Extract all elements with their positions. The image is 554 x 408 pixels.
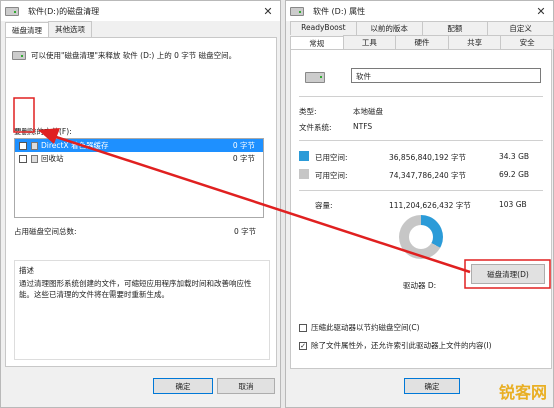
cleanup-panel: 可以使用"磁盘清理"来释放 软件 (D:) 上的 0 字节 磁盘空间。 要删除的… xyxy=(5,37,277,367)
tab-sharing[interactable]: 共享 xyxy=(447,35,502,49)
file-icon xyxy=(31,141,38,150)
free-bytes: 74,347,786,240 字节 xyxy=(389,171,467,180)
window-title: 软件(D:)的磁盘清理 xyxy=(28,6,100,16)
disk-cleanup-button[interactable]: 磁盘清理(D) xyxy=(471,264,545,284)
disk-usage-ring xyxy=(399,215,443,259)
drive-icon xyxy=(305,72,325,83)
free-color-swatch xyxy=(299,169,309,179)
capacity-bytes: 111,204,626,432 字节 xyxy=(389,201,471,210)
index-label: 除了文件属性外，还允许索引此驱动器上文件的内容(I) xyxy=(311,341,492,350)
filesystem-label: 文件系统: xyxy=(299,123,332,132)
description-group: 描述 通过清理图形系统创建的文件，可缩短应用程序加载时间和改善响应性能。这些已清… xyxy=(14,260,270,360)
drive-icon xyxy=(290,6,304,16)
drive-icon xyxy=(5,6,19,16)
total-label: 占用磁盘空间总数: xyxy=(14,227,77,236)
cancel-button[interactable]: 取消 xyxy=(217,378,275,394)
compress-option[interactable]: 压缩此驱动器以节约磁盘空间(C) xyxy=(299,322,420,333)
file-size: 0 字节 xyxy=(232,141,255,150)
file-size: 0 字节 xyxy=(232,154,255,163)
description-heading: 描述 xyxy=(19,266,34,275)
tab-more-options[interactable]: 其他选项 xyxy=(48,21,92,37)
tab-previous-versions[interactable]: 以前的版本 xyxy=(355,21,423,35)
filesystem-value: NTFS xyxy=(353,122,373,131)
tab-customize[interactable]: 自定义 xyxy=(487,21,554,35)
compress-label: 压缩此驱动器以节约磁盘空间(C) xyxy=(311,323,420,332)
close-icon[interactable]: ✕ xyxy=(529,5,553,18)
title-bar[interactable]: 软件(D:)的磁盘清理 ✕ xyxy=(1,1,280,21)
tab-quota[interactable]: 配额 xyxy=(421,21,489,35)
files-label: 要删除的文件(F): xyxy=(14,127,72,136)
used-bytes: 36,856,840,192 字节 xyxy=(389,153,467,162)
checkbox[interactable] xyxy=(19,141,27,150)
used-color-swatch xyxy=(299,151,309,161)
compress-checkbox[interactable] xyxy=(299,323,307,332)
capacity-gb: 103 GB xyxy=(499,200,527,209)
index-checkbox[interactable]: ✓ xyxy=(299,341,307,350)
description-text: 通过清理图形系统创建的文件，可缩短应用程序加载时间和改善响应性能。这些已清理的文… xyxy=(19,279,252,299)
close-icon[interactable]: ✕ xyxy=(256,5,280,18)
recycle-bin-icon xyxy=(31,154,38,163)
tab-readyboost[interactable]: ReadyBoost xyxy=(290,21,357,35)
file-name: 回收站 xyxy=(41,154,64,163)
total-value: 0 字节 xyxy=(234,227,257,236)
properties-window: 软件 (D:) 属性 ✕ ReadyBoost 以前的版本 配额 自定义 常规 … xyxy=(285,0,554,408)
used-gb: 34.3 GB xyxy=(499,152,530,161)
general-panel: 软件 类型: 本地磁盘 文件系统: NTFS 已用空间: 36,856,840,… xyxy=(290,49,552,369)
ok-button[interactable]: 确定 xyxy=(404,378,460,394)
file-name: DirectX 着色器缓存 xyxy=(41,141,109,150)
ok-button[interactable]: 确定 xyxy=(153,378,213,394)
tab-general[interactable]: 常规 xyxy=(290,36,344,50)
title-bar[interactable]: 软件 (D:) 属性 ✕ xyxy=(286,1,553,21)
tab-security[interactable]: 安全 xyxy=(500,35,554,49)
capacity-label: 容量: xyxy=(315,201,333,210)
file-list[interactable]: DirectX 着色器缓存 0 字节 回收站 0 字节 xyxy=(14,138,264,218)
used-label: 已用空间: xyxy=(315,153,348,162)
window-title: 软件 (D:) 属性 xyxy=(313,6,366,16)
tab-tools[interactable]: 工具 xyxy=(342,35,397,49)
drive-name-input[interactable]: 软件 xyxy=(351,68,541,83)
index-option[interactable]: ✓ 除了文件属性外，还允许索引此驱动器上文件的内容(I) xyxy=(299,340,492,351)
list-item[interactable]: 回收站 0 字节 xyxy=(15,152,263,165)
list-item[interactable]: DirectX 着色器缓存 0 字节 xyxy=(15,139,263,152)
type-value: 本地磁盘 xyxy=(353,107,383,116)
type-label: 类型: xyxy=(299,107,317,116)
disk-cleanup-window: 软件(D:)的磁盘清理 ✕ 磁盘清理 其他选项 可以使用"磁盘清理"来释放 软件… xyxy=(0,0,281,408)
info-text: 可以使用"磁盘清理"来释放 软件 (D:) 上的 0 字节 磁盘空间。 xyxy=(31,51,237,60)
free-label: 可用空间: xyxy=(315,171,348,180)
tab-disk-cleanup[interactable]: 磁盘清理 xyxy=(5,22,49,38)
drive-icon xyxy=(12,51,26,60)
drive-letter-label: 驱动器 D: xyxy=(403,281,437,290)
tab-hardware[interactable]: 硬件 xyxy=(395,35,449,49)
free-gb: 69.2 GB xyxy=(499,170,530,179)
watermark-logo: 锐客网 xyxy=(498,383,547,402)
checkbox[interactable] xyxy=(19,154,27,163)
